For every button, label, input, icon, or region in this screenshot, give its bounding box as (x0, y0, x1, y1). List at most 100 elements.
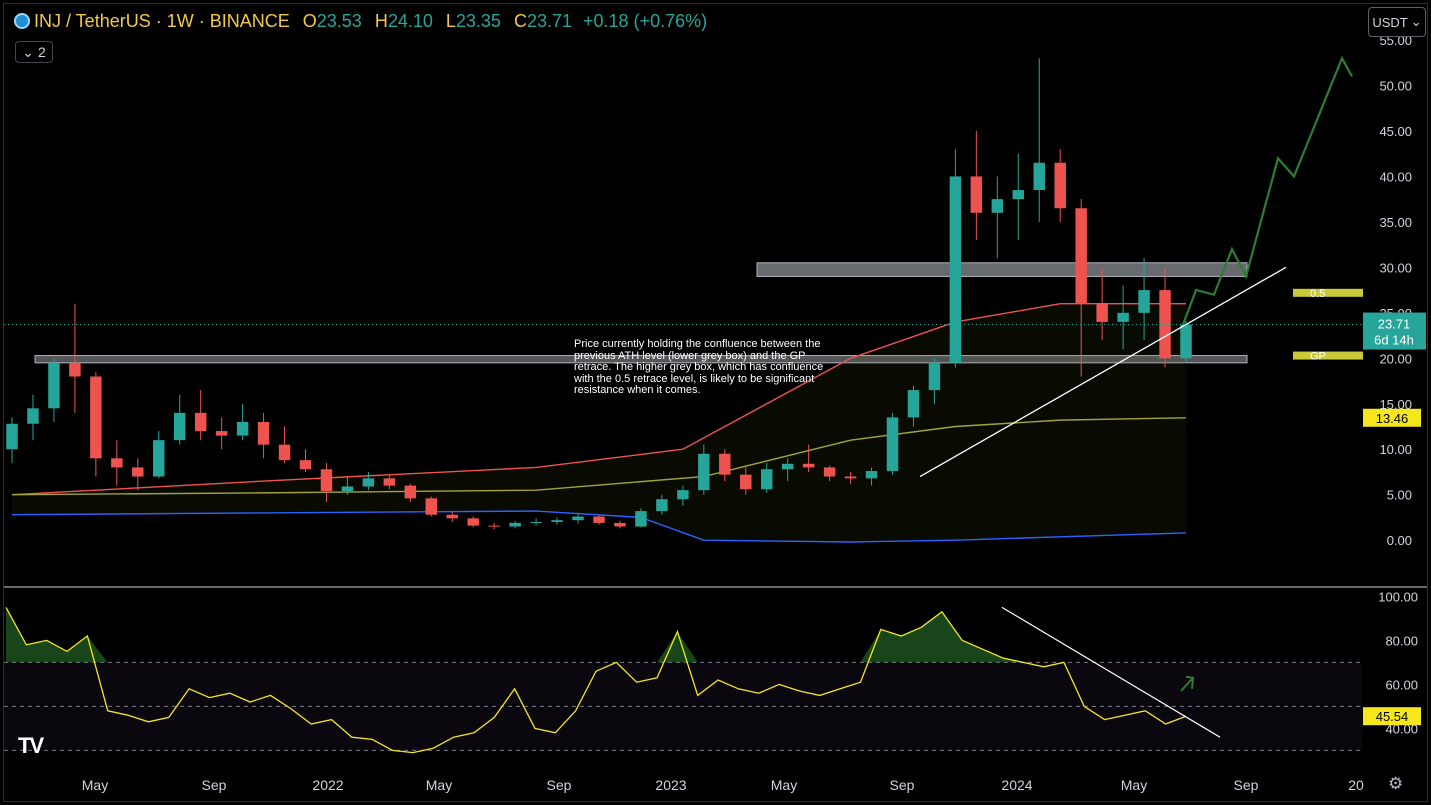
candle (656, 499, 668, 512)
candle (802, 463, 815, 468)
time-axis-label: Sep (1234, 777, 1259, 793)
candle (1096, 303, 1108, 322)
chart-canvas[interactable]: 0.5GP55.0050.0045.0040.0035.0030.0025.00… (0, 0, 1431, 805)
settings-gear-icon[interactable]: ⚙ (1388, 774, 1403, 794)
candle (593, 516, 605, 523)
symbol-title[interactable]: INJ / TetherUS · 1W · BINANCE (34, 11, 290, 31)
last-price-text: 23.71 (1378, 317, 1411, 332)
candle (635, 511, 647, 527)
candle (1054, 162, 1066, 209)
currency-label: USDT (1372, 14, 1408, 30)
time-axis-label: 20 (1348, 777, 1364, 793)
price-axis-label: 50.00 (1379, 78, 1412, 93)
close-value: 23.71 (526, 11, 572, 31)
candle (991, 199, 1004, 213)
candle (823, 467, 836, 477)
candle (1033, 162, 1045, 191)
candle (530, 521, 542, 523)
candle (111, 458, 123, 468)
candle (153, 440, 165, 477)
projection-path (1181, 55, 1353, 326)
high-value: 24.10 (387, 11, 433, 31)
inj-logo-icon (14, 13, 30, 29)
candle (236, 421, 249, 436)
low-label: L (445, 11, 456, 31)
candle (781, 463, 794, 470)
candle (907, 390, 920, 418)
candle (278, 444, 291, 461)
tradingview-logo[interactable]: TV (18, 733, 44, 759)
candle (69, 362, 81, 377)
candle (760, 469, 773, 490)
candle (1180, 324, 1192, 359)
candle (194, 412, 207, 432)
indicators-toggle-button[interactable]: ⌄ 2 (15, 41, 53, 63)
candle (740, 474, 752, 490)
rsi-axis-label: 80.00 (1385, 633, 1418, 648)
candle (467, 518, 479, 526)
ma-value-text: 13.46 (1376, 411, 1409, 426)
fib-level-1 (1293, 351, 1363, 360)
fib-level-0 (1293, 288, 1363, 297)
close-label: C (513, 11, 527, 31)
candle (341, 486, 354, 492)
candle (90, 376, 102, 459)
candle (886, 417, 899, 472)
candle (1159, 290, 1171, 359)
candle (257, 421, 270, 445)
annotation-text[interactable]: Price currently holding the confluence b… (574, 338, 832, 397)
rsi-value-text: 45.54 (1376, 709, 1409, 724)
candle (215, 431, 228, 436)
candle (614, 522, 626, 527)
time-axis-label: May (426, 777, 452, 793)
candle (677, 490, 689, 500)
time-axis-label: 2023 (655, 777, 686, 793)
candle (509, 522, 521, 527)
candle (698, 453, 710, 491)
time-axis-label: 2024 (1001, 777, 1032, 793)
candle (6, 423, 18, 450)
currency-selector[interactable]: USDT ⌄ (1368, 7, 1426, 37)
time-axis-label: Sep (547, 777, 572, 793)
time-axis-label: 2022 (312, 777, 343, 793)
countdown-text: 6d 14h (1374, 333, 1414, 348)
time-axis-label: May (1121, 777, 1147, 793)
price-axis-label: 10.00 (1379, 442, 1412, 457)
price-axis-label: 0.00 (1387, 533, 1412, 548)
candle (1138, 290, 1150, 313)
candle (320, 469, 333, 492)
candle (865, 471, 878, 479)
open-value: 23.53 (316, 11, 362, 31)
time-axis-label: Sep (890, 777, 915, 793)
candle (132, 467, 144, 477)
candle (844, 476, 857, 479)
time-axis-label: May (82, 777, 108, 793)
candle (970, 176, 983, 213)
candle (27, 408, 39, 424)
candle (48, 362, 60, 409)
chevron-down-icon: ⌄ (22, 43, 34, 60)
chevron-down-icon: ⌄ (1410, 14, 1422, 29)
candle (551, 520, 563, 522)
candle (446, 514, 458, 519)
price-axis-label: 20.00 (1379, 351, 1412, 366)
candle (173, 412, 186, 441)
fib-label-0: 0.5 (1310, 288, 1325, 300)
candle (1012, 190, 1025, 200)
candle (1117, 312, 1129, 322)
candle (404, 485, 417, 499)
candle (719, 453, 731, 475)
rsi-overbought-fill (6, 607, 1186, 663)
rsi-axis-label: 100.00 (1378, 589, 1418, 604)
change-value: +0.18 (+0.76%) (583, 11, 708, 31)
price-axis-label: 30.00 (1379, 260, 1412, 275)
candle (928, 362, 941, 391)
candle (488, 525, 500, 527)
rsi-axis-label: 60.00 (1385, 677, 1418, 692)
fib-label-1: GP (1310, 351, 1326, 363)
symbol-header: INJ / TetherUS · 1W · BINANCE O23.53 H24… (14, 11, 707, 32)
candle (949, 176, 962, 363)
high-label: H (374, 11, 388, 31)
candle (362, 478, 375, 487)
time-axis-label: May (771, 777, 797, 793)
